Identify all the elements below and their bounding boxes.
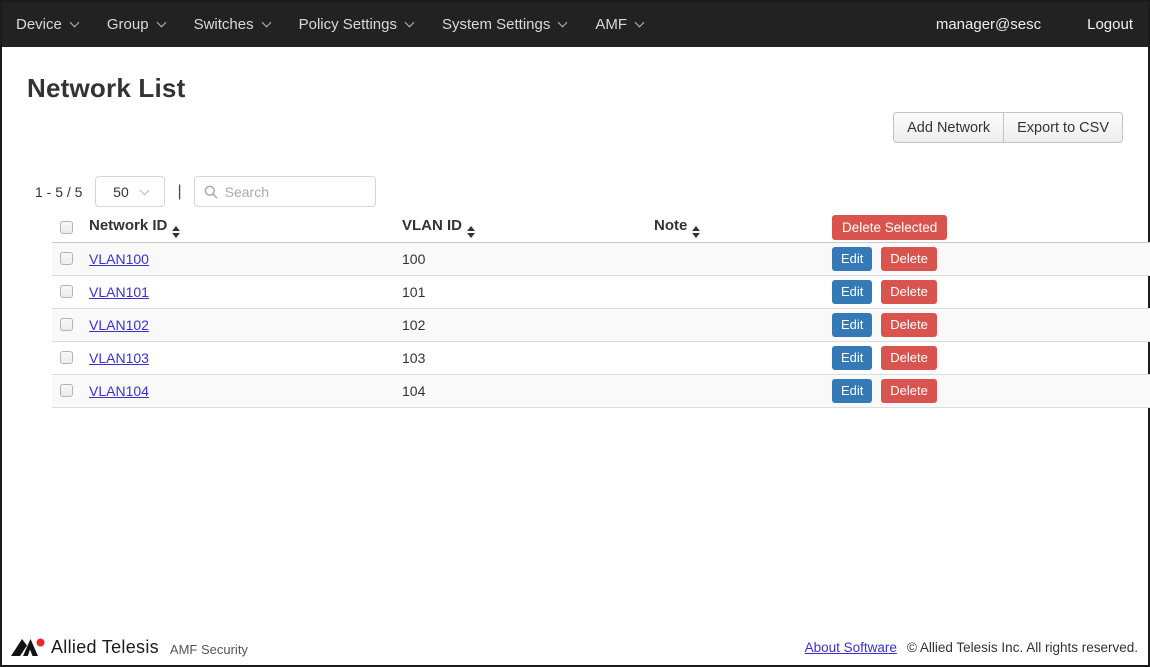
main-content: Network List Add Network Export to CSV 1… [2,73,1148,408]
toolbar-button-group: Add Network Export to CSV [893,112,1123,143]
header-vlan-id[interactable]: VLAN ID [402,213,654,242]
separator: | [177,183,181,201]
sort-icon[interactable] [692,226,700,238]
network-id-link[interactable]: VLAN101 [89,284,149,300]
nav-item-label: AMF [595,16,627,33]
nav-account-area: manager@sesc Logout [936,16,1133,33]
nav-item-system-settings[interactable]: System Settings [442,16,566,33]
nav-item-label: Group [107,16,149,33]
nav-item-label: Switches [194,16,254,33]
chevron-down-icon [405,18,415,28]
page-size-value: 50 [113,184,129,200]
network-id-link[interactable]: VLAN100 [89,251,149,267]
chevron-down-icon [139,186,149,196]
list-controls: 1 - 5 / 5 50 | [27,176,1123,207]
product-name: AMF Security [170,642,248,657]
vlan-id-cell: 102 [402,308,654,341]
select-all-checkbox[interactable] [60,221,73,234]
nav-menu: Device Group Switches Policy Settings Sy… [16,16,643,33]
chevron-down-icon [156,18,166,28]
note-cell [654,341,832,374]
delete-button[interactable]: Delete [881,280,937,304]
page-title: Network List [27,73,1123,104]
footer-brand: Allied Telesis AMF Security [10,637,248,658]
search-icon [204,185,218,199]
delete-button[interactable]: Delete [881,247,937,271]
vlan-id-cell: 104 [402,374,654,407]
chevron-down-icon [69,18,79,28]
table-row: VLAN100 100 Edit Delete [52,242,1150,275]
table-row: VLAN101 101 Edit Delete [52,275,1150,308]
logout-button[interactable]: Logout [1087,16,1133,33]
edit-button[interactable]: Edit [832,313,872,337]
vlan-id-cell: 101 [402,275,654,308]
header-note[interactable]: Note [654,213,832,242]
edit-button[interactable]: Edit [832,379,872,403]
allied-telesis-logo-icon [10,637,46,658]
row-checkbox[interactable] [60,384,73,397]
network-id-link[interactable]: VLAN103 [89,350,149,366]
row-checkbox[interactable] [60,252,73,265]
nav-item-label: Device [16,16,62,33]
toolbar: Add Network Export to CSV [27,112,1123,143]
note-cell [654,308,832,341]
delete-selected-button[interactable]: Delete Selected [832,215,947,240]
table-row: VLAN103 103 Edit Delete [52,341,1150,374]
sort-icon[interactable] [467,226,475,238]
row-checkbox[interactable] [60,318,73,331]
table-header-row: Network ID VLAN ID Note Delete Selected [52,213,1150,242]
chevron-down-icon [261,18,271,28]
network-table: Network ID VLAN ID Note Delete Selected … [52,213,1150,408]
sort-icon[interactable] [172,226,180,238]
nav-item-amf[interactable]: AMF [595,16,643,33]
header-label: Network ID [89,217,167,234]
search-input[interactable] [225,184,366,200]
about-software-link[interactable]: About Software [805,640,897,655]
footer: Allied Telesis AMF Security About Softwa… [2,633,1148,661]
delete-button[interactable]: Delete [881,313,937,337]
vlan-id-cell: 100 [402,242,654,275]
delete-button[interactable]: Delete [881,379,937,403]
pagination-range: 1 - 5 / 5 [35,184,82,200]
export-csv-button[interactable]: Export to CSV [1003,112,1123,143]
vlan-id-cell: 103 [402,341,654,374]
header-label: Note [654,217,687,234]
nav-item-switches[interactable]: Switches [194,16,270,33]
chevron-down-icon [558,18,568,28]
note-cell [654,242,832,275]
table-row: VLAN104 104 Edit Delete [52,374,1150,407]
edit-button[interactable]: Edit [832,346,872,370]
nav-item-policy-settings[interactable]: Policy Settings [299,16,413,33]
edit-button[interactable]: Edit [832,247,872,271]
nav-item-label: Policy Settings [299,16,397,33]
header-network-id[interactable]: Network ID [89,213,402,242]
table-body: VLAN100 100 Edit Delete VLAN101 101 Edit… [52,242,1150,407]
chevron-down-icon [635,18,645,28]
add-network-button[interactable]: Add Network [893,112,1004,143]
network-id-link[interactable]: VLAN104 [89,383,149,399]
user-account[interactable]: manager@sesc [936,16,1041,33]
nav-item-label: System Settings [442,16,550,33]
note-cell [654,275,832,308]
header-label: VLAN ID [402,217,462,234]
edit-button[interactable]: Edit [832,280,872,304]
nav-item-group[interactable]: Group [107,16,165,33]
delete-button[interactable]: Delete [881,346,937,370]
row-checkbox[interactable] [60,351,73,364]
nav-item-device[interactable]: Device [16,16,78,33]
page-size-select[interactable]: 50 [95,176,165,207]
note-cell [654,374,832,407]
top-navbar: Device Group Switches Policy Settings Sy… [2,2,1148,47]
copyright-text: © Allied Telesis Inc. All rights reserve… [907,640,1138,655]
search-box [194,176,376,207]
row-checkbox[interactable] [60,285,73,298]
brand-name: Allied Telesis [51,637,159,658]
table-row: VLAN102 102 Edit Delete [52,308,1150,341]
footer-links: About Software © Allied Telesis Inc. All… [805,640,1138,655]
network-id-link[interactable]: VLAN102 [89,317,149,333]
